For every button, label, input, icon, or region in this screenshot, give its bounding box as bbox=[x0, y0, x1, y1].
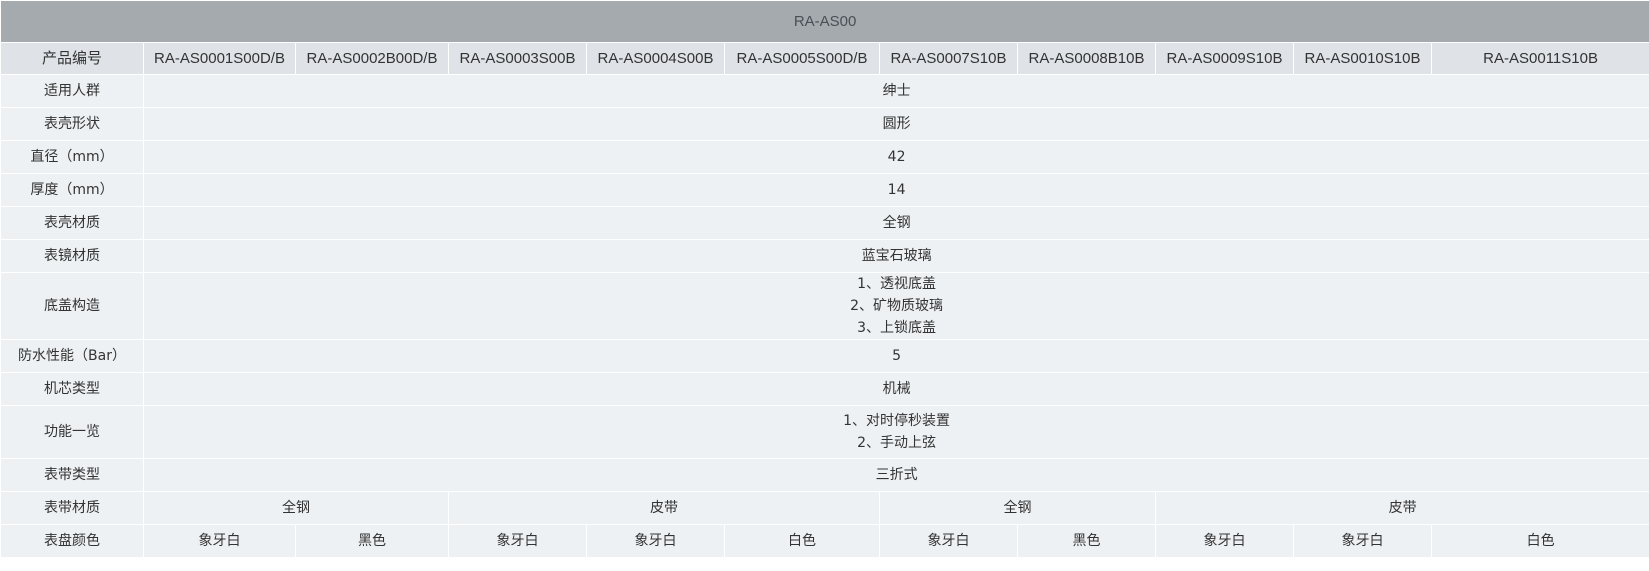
functions-line: 2、手动上弦 bbox=[857, 435, 937, 451]
spec-label: 表盘颜色 bbox=[0, 524, 144, 558]
spec-label: 表镜材质 bbox=[0, 239, 144, 273]
dial-color-cell: 象牙白 bbox=[143, 524, 296, 558]
spec-row-audience: 适用人群 绅士 bbox=[0, 74, 1649, 108]
spec-value-multiline: 1、透视底盖 2、矿物质玻璃 3、上锁底盖 bbox=[142, 272, 1649, 340]
spec-row-diameter: 直径（mm） 42 bbox=[0, 140, 1649, 174]
spec-row-dial-color: 表盘颜色 象牙白 黑色 象牙白 象牙白 白色 象牙白 黑色 象牙白 象牙白 白色 bbox=[0, 524, 1649, 558]
dial-color-cell: 象牙白 bbox=[1293, 524, 1432, 558]
caseback-line: 3、上锁底盖 bbox=[857, 320, 937, 336]
dial-color-cell: 象牙白 bbox=[879, 524, 1018, 558]
spec-label: 表带材质 bbox=[0, 491, 144, 525]
spec-label: 机芯类型 bbox=[0, 372, 144, 406]
dial-color-cell: 白色 bbox=[1430, 524, 1649, 558]
model-cell: RA-AS0011S10B bbox=[1430, 42, 1649, 75]
spec-row-crystal-material: 表镜材质 蓝宝石玻璃 bbox=[0, 239, 1649, 273]
spec-label: 适用人群 bbox=[0, 74, 144, 108]
strap-material-cell: 全钢 bbox=[143, 491, 449, 525]
dial-color-cell: 象牙白 bbox=[586, 524, 725, 558]
spec-value: 圆形 bbox=[142, 107, 1649, 141]
model-cell: RA-AS0008B10B bbox=[1017, 42, 1156, 75]
spec-row-caseback: 底盖构造 1、透视底盖 2、矿物质玻璃 3、上锁底盖 bbox=[0, 272, 1649, 340]
functions-line: 1、对时停秒装置 bbox=[843, 413, 951, 429]
table-title: RA-AS00 bbox=[0, 0, 1649, 43]
dial-color-cell: 象牙白 bbox=[448, 524, 587, 558]
spec-value: 机械 bbox=[142, 372, 1649, 406]
spec-value: 14 bbox=[142, 173, 1649, 207]
spec-label: 表带类型 bbox=[0, 458, 144, 492]
caseback-line: 2、矿物质玻璃 bbox=[850, 298, 944, 314]
strap-material-cell: 全钢 bbox=[879, 491, 1156, 525]
spec-row-case-material: 表壳材质 全钢 bbox=[0, 206, 1649, 240]
spec-value: 绅士 bbox=[142, 74, 1649, 108]
spec-row-water-resistance: 防水性能（Bar） 5 bbox=[0, 339, 1649, 373]
caseback-line: 1、透视底盖 bbox=[857, 276, 937, 292]
spec-value: 蓝宝石玻璃 bbox=[142, 239, 1649, 273]
dial-color-cell: 黑色 bbox=[1017, 524, 1156, 558]
model-cell: RA-AS0007S10B bbox=[879, 42, 1018, 75]
spec-row-functions: 功能一览 1、对时停秒装置 2、手动上弦 bbox=[0, 405, 1649, 459]
spec-value: 全钢 bbox=[142, 206, 1649, 240]
spec-table: RA-AS00 产品编号 RA-AS0001S00D/B RA-AS0002B0… bbox=[0, 0, 1649, 558]
model-cell: RA-AS0001S00D/B bbox=[143, 42, 296, 75]
spec-row-strap-material: 表带材质 全钢 皮带 全钢 皮带 bbox=[0, 491, 1649, 525]
spec-row-thickness: 厚度（mm） 14 bbox=[0, 173, 1649, 207]
model-row: 产品编号 RA-AS0001S00D/B RA-AS0002B00D/B RA-… bbox=[0, 42, 1649, 75]
spec-row-movement: 机芯类型 机械 bbox=[0, 372, 1649, 406]
strap-material-cell: 皮带 bbox=[448, 491, 880, 525]
model-cell: RA-AS0009S10B bbox=[1155, 42, 1294, 75]
dial-color-cell: 象牙白 bbox=[1155, 524, 1294, 558]
model-cell: RA-AS0004S00B bbox=[586, 42, 725, 75]
spec-label: 防水性能（Bar） bbox=[0, 339, 144, 373]
spec-value: 42 bbox=[142, 140, 1649, 174]
spec-label: 底盖构造 bbox=[0, 272, 144, 340]
spec-value-multiline: 1、对时停秒装置 2、手动上弦 bbox=[142, 405, 1649, 459]
model-cell: RA-AS0005S00D/B bbox=[724, 42, 880, 75]
model-cell: RA-AS0003S00B bbox=[448, 42, 587, 75]
spec-value: 三折式 bbox=[142, 458, 1649, 492]
strap-material-cell: 皮带 bbox=[1154, 491, 1649, 525]
model-cell: RA-AS0010S10B bbox=[1293, 42, 1432, 75]
spec-label: 直径（mm） bbox=[0, 140, 144, 174]
spec-label: 功能一览 bbox=[0, 405, 144, 459]
model-cell: RA-AS0002B00D/B bbox=[295, 42, 449, 75]
spec-label: 表壳形状 bbox=[0, 107, 144, 141]
table-title-row: RA-AS00 bbox=[0, 0, 1649, 43]
dial-color-cell: 黑色 bbox=[295, 524, 449, 558]
spec-label: 表壳材质 bbox=[0, 206, 144, 240]
spec-row-strap-type: 表带类型 三折式 bbox=[0, 458, 1649, 492]
spec-label: 厚度（mm） bbox=[0, 173, 144, 207]
dial-color-cell: 白色 bbox=[724, 524, 880, 558]
spec-row-case-shape: 表壳形状 圆形 bbox=[0, 107, 1649, 141]
model-label: 产品编号 bbox=[0, 42, 144, 75]
spec-value: 5 bbox=[142, 339, 1649, 373]
